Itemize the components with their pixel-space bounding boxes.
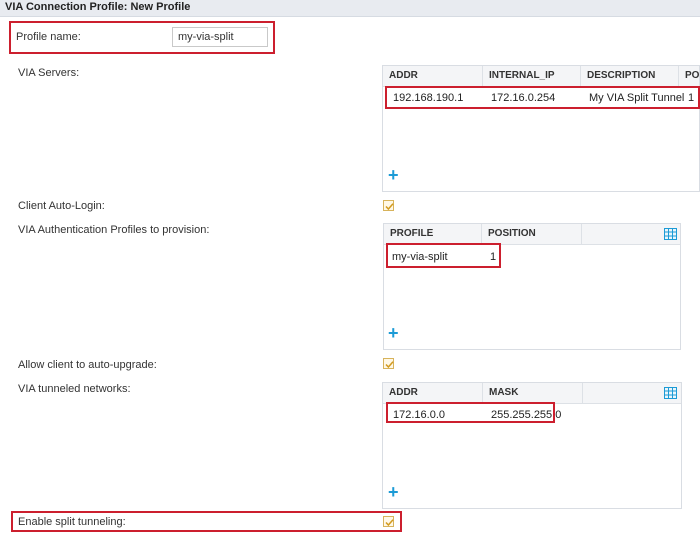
- window-title: VIA Connection Profile: New Profile: [0, 0, 700, 17]
- tunneled-networks-label: VIA tunneled networks:: [18, 383, 131, 395]
- auth-profiles-label: VIA Authentication Profiles to provision…: [18, 224, 210, 236]
- table-columns-icon[interactable]: [664, 228, 677, 240]
- auto-upgrade-checkbox[interactable]: [383, 358, 394, 369]
- tunneled-networks-header: ADDR MASK: [383, 383, 681, 404]
- column-header-position[interactable]: POS: [679, 66, 699, 86]
- split-tunneling-checkbox[interactable]: [383, 516, 394, 527]
- column-header-description[interactable]: DESCRIPTION: [581, 66, 679, 86]
- profile-name-input[interactable]: [172, 27, 268, 47]
- checkmark-icon: [385, 203, 394, 211]
- client-auto-login-label: Client Auto-Login:: [18, 200, 105, 212]
- column-header-addr[interactable]: ADDR: [383, 66, 483, 86]
- add-server-plus-icon[interactable]: +: [388, 166, 399, 184]
- via-servers-row-highlight: [385, 86, 700, 109]
- column-header-addr[interactable]: ADDR: [383, 383, 483, 403]
- tunneled-network-row-highlight: [386, 402, 555, 423]
- column-header-profile[interactable]: PROFILE: [384, 224, 482, 244]
- profile-name-label: Profile name:: [16, 31, 81, 43]
- auto-upgrade-label: Allow client to auto-upgrade:: [18, 359, 157, 371]
- column-header-internal-ip[interactable]: INTERNAL_IP: [483, 66, 581, 86]
- via-servers-table: ADDR INTERNAL_IP DESCRIPTION POS 192.168…: [382, 65, 700, 192]
- add-auth-profile-plus-icon[interactable]: +: [388, 324, 399, 342]
- table-columns-icon[interactable]: [664, 387, 677, 399]
- column-header-position[interactable]: POSITION: [482, 224, 582, 244]
- via-servers-label: VIA Servers:: [18, 67, 80, 79]
- via-servers-header: ADDR INTERNAL_IP DESCRIPTION POS: [383, 66, 699, 87]
- checkmark-icon: [385, 361, 394, 369]
- auth-profile-row-highlight: [386, 243, 501, 268]
- column-header-mask[interactable]: MASK: [483, 383, 583, 403]
- split-tunneling-label: Enable split tunneling:: [18, 516, 126, 528]
- checkmark-icon: [385, 519, 394, 527]
- client-auto-login-checkbox[interactable]: [383, 200, 394, 211]
- auth-profiles-header: PROFILE POSITION: [384, 224, 680, 245]
- add-network-plus-icon[interactable]: +: [388, 483, 399, 501]
